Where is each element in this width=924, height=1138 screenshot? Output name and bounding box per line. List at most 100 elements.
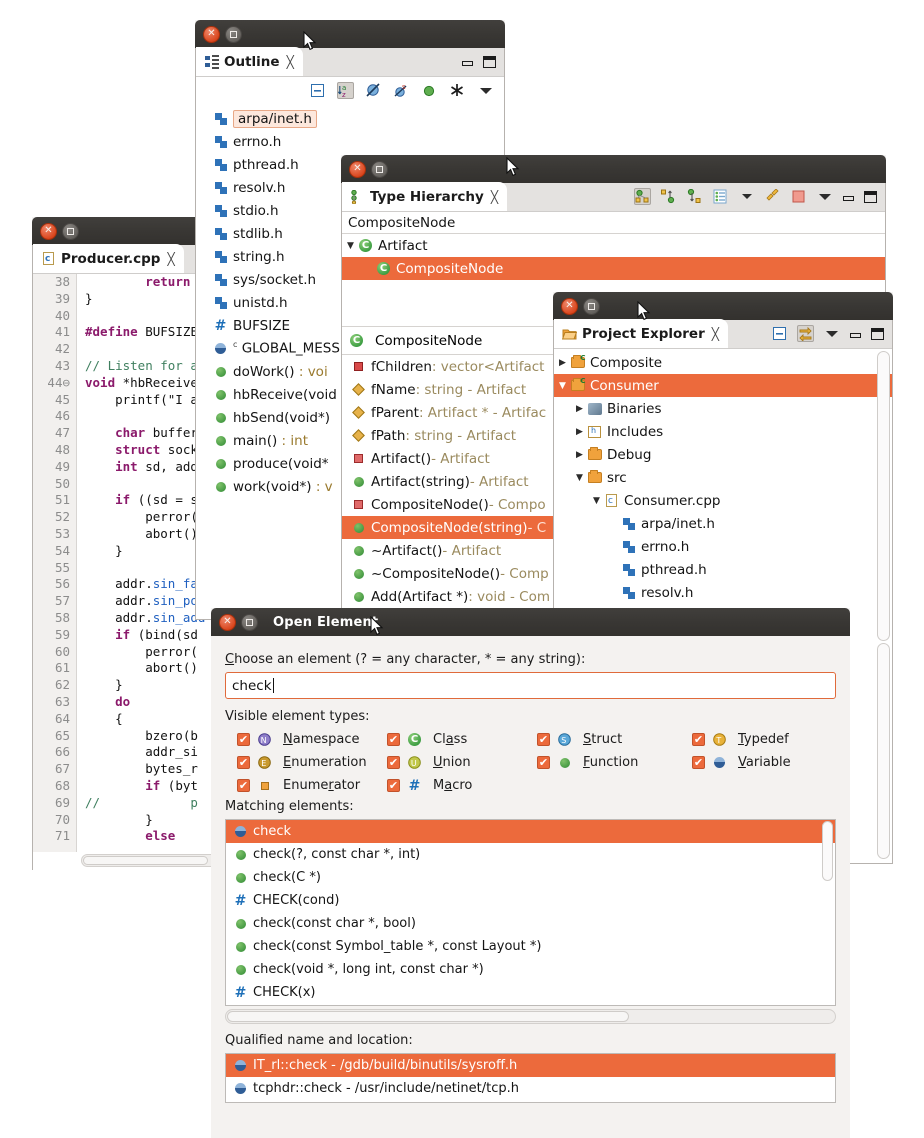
close-icon[interactable]: ╳ — [712, 327, 719, 341]
checkbox[interactable]: ✔ — [237, 779, 250, 792]
checkbox[interactable]: ✔ — [237, 756, 250, 769]
project-explorer-tree[interactable]: ▶Composite▼Consumer▶Binaries▶Includes▶De… — [554, 349, 892, 604]
minimize-icon[interactable] — [461, 56, 474, 67]
matching-element-row[interactable]: #CHECK(cond) — [226, 889, 835, 912]
checkbox[interactable]: ✔ — [537, 756, 550, 769]
tab-type-hierarchy[interactable]: Type Hierarchy ╳ — [342, 182, 507, 211]
checkbox[interactable]: ✔ — [387, 756, 400, 769]
type-filter-macro[interactable]: ✔#Macro — [387, 778, 537, 793]
maximize-icon[interactable] — [241, 614, 258, 631]
checkbox[interactable]: ✔ — [237, 733, 250, 746]
expand-arrow-open[interactable]: ▼ — [556, 381, 569, 391]
stop-icon[interactable] — [790, 188, 807, 205]
expand-arrow-closed[interactable]: ▶ — [573, 450, 586, 460]
expand-arrow-open[interactable]: ▼ — [573, 473, 586, 483]
subtype-hierarchy-icon[interactable] — [686, 188, 703, 205]
matching-element-row[interactable]: #CHECK(x) — [226, 981, 835, 1004]
matching-element-row[interactable]: check(void *, long int, const char *) — [226, 958, 835, 981]
close-icon[interactable]: ✕ — [349, 161, 366, 178]
qualified-name-row[interactable]: IT_rl::check - /gdb/build/binutils/sysro… — [226, 1054, 835, 1077]
qualified-name-list[interactable]: IT_rl::check - /gdb/build/binutils/sysro… — [225, 1053, 836, 1103]
maximize-icon[interactable] — [371, 161, 388, 178]
project-tree-item[interactable]: errno.h — [554, 535, 892, 558]
type-filter-union[interactable]: ✔UUnion — [387, 755, 537, 770]
outline-item[interactable]: arpa/inet.h — [196, 107, 504, 130]
expand-arrow-closed[interactable]: ▶ — [573, 404, 586, 414]
collapse-all-icon[interactable] — [309, 82, 326, 99]
matching-element-row[interactable]: check(const Symbol_table *, const Layout… — [226, 935, 835, 958]
tab-producer-cpp[interactable]: Producer.cpp ╳ — [33, 244, 184, 273]
project-tree-item[interactable]: ▶Debug — [554, 443, 892, 466]
close-icon[interactable]: ╳ — [167, 252, 174, 266]
close-icon[interactable]: ✕ — [203, 26, 220, 43]
close-icon[interactable]: ✕ — [561, 298, 578, 315]
project-tree-item[interactable]: ▶Binaries — [554, 397, 892, 420]
type-hierarchy-item[interactable]: CCompositeNode — [342, 257, 885, 280]
view-menu-icon[interactable] — [477, 82, 494, 99]
matching-element-row[interactable]: check(C *) — [226, 866, 835, 889]
project-explorer-titlebar[interactable]: ✕ — [553, 292, 893, 320]
close-icon[interactable]: ✕ — [40, 223, 57, 240]
link-editor-icon[interactable] — [764, 188, 781, 205]
type-hierarchy-item[interactable]: ▼CArtifact — [342, 234, 885, 257]
expand-arrow-closed[interactable]: ▶ — [556, 358, 569, 368]
hide-fields-icon[interactable] — [365, 82, 382, 99]
close-icon[interactable]: ✕ — [219, 614, 236, 631]
project-tree-item[interactable]: ▶Composite — [554, 351, 892, 374]
project-tree-item[interactable]: ▼Consumer — [554, 374, 892, 397]
hide-static-icon[interactable]: s — [393, 82, 410, 99]
matching-element-row[interactable]: check(?, const char *, int) — [226, 843, 835, 866]
matching-list-hscrollbar[interactable] — [225, 1009, 836, 1024]
tab-outline[interactable]: Outline ╳ — [196, 47, 303, 76]
type-filter-variable[interactable]: ✔Variable — [692, 755, 836, 770]
search-input[interactable]: check — [225, 672, 836, 699]
collapse-all-icon[interactable] — [771, 325, 788, 342]
maximize-icon[interactable] — [871, 328, 884, 340]
qualified-name-row[interactable]: tcphdr::check - /usr/include/netinet/tcp… — [226, 1077, 835, 1100]
maximize-icon[interactable] — [583, 298, 600, 315]
matching-elements-list[interactable]: checkcheck(?, const char *, int)check(C … — [225, 819, 836, 1006]
hide-nonpublic-icon[interactable] — [421, 82, 438, 99]
type-filter-typedef[interactable]: ✔TTypedef — [692, 732, 836, 747]
maximize-icon[interactable] — [864, 191, 877, 203]
type-filter-enumeration[interactable]: ✔EEnumeration — [237, 755, 387, 770]
tab-project-explorer[interactable]: Project Explorer ╳ — [554, 319, 728, 348]
expand-arrow-open[interactable]: ▼ — [590, 496, 603, 506]
minimize-icon[interactable] — [849, 328, 862, 339]
maximize-icon[interactable] — [483, 56, 496, 68]
members-menu-icon[interactable] — [738, 188, 755, 205]
type-filter-enumerator[interactable]: ✔Enumerator — [237, 778, 387, 793]
type-filter-function[interactable]: ✔Function — [537, 755, 692, 770]
maximize-icon[interactable] — [225, 26, 242, 43]
project-tree-item[interactable]: ▼Consumer.cpp — [554, 489, 892, 512]
type-hierarchy-titlebar[interactable]: ✕ — [341, 155, 886, 183]
type-filter-namespace[interactable]: ✔NNamespace — [237, 732, 387, 747]
type-filter-class[interactable]: ✔CClass — [387, 732, 537, 747]
project-tree-item[interactable]: arpa/inet.h — [554, 512, 892, 535]
type-hierarchy-mode-icon[interactable] — [634, 188, 651, 205]
checkbox[interactable]: ✔ — [537, 733, 550, 746]
project-tree-item[interactable]: ▼src — [554, 466, 892, 489]
outline-titlebar[interactable]: ✕ — [195, 20, 505, 48]
close-icon[interactable]: ╳ — [287, 55, 294, 69]
project-tree-item[interactable]: pthread.h — [554, 558, 892, 581]
expand-arrow-open[interactable]: ▼ — [344, 241, 357, 251]
checkbox[interactable]: ✔ — [692, 733, 705, 746]
expand-arrow-closed[interactable]: ▶ — [573, 427, 586, 437]
project-explorer-vscrollbar[interactable] — [876, 351, 891, 859]
checkbox[interactable]: ✔ — [387, 779, 400, 792]
sort-az-icon[interactable]: az — [337, 82, 354, 99]
close-icon[interactable]: ╳ — [491, 190, 498, 204]
show-members-icon[interactable] — [712, 188, 729, 205]
matching-element-row[interactable]: check(const char *, bool) — [226, 912, 835, 935]
project-tree-item[interactable]: ▶Includes — [554, 420, 892, 443]
view-menu-icon[interactable] — [823, 325, 840, 342]
dialog-titlebar[interactable]: ✕ Open Element — [211, 608, 850, 636]
filter-icon[interactable] — [449, 82, 466, 99]
project-tree-item[interactable]: resolv.h — [554, 581, 892, 604]
matching-list-vscrollbar[interactable] — [821, 821, 834, 1004]
matching-element-row[interactable]: check — [226, 820, 835, 843]
checkbox[interactable]: ✔ — [692, 756, 705, 769]
type-filter-struct[interactable]: ✔SStruct — [537, 732, 692, 747]
link-with-editor-icon[interactable] — [797, 325, 814, 342]
